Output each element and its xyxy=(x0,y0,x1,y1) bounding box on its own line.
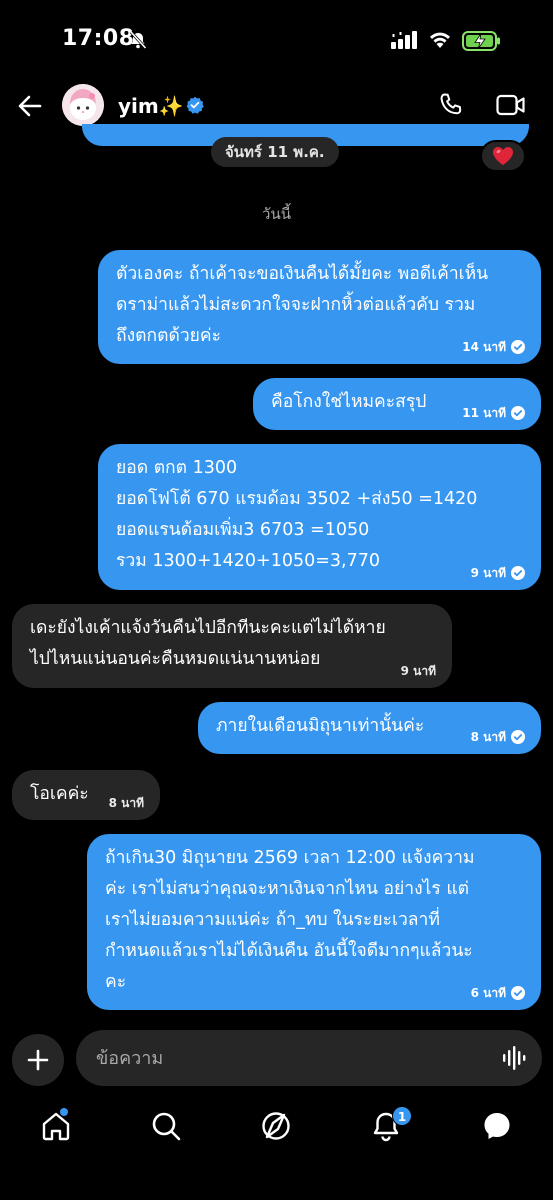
read-check-icon xyxy=(511,986,525,1000)
message-composer xyxy=(0,1030,553,1090)
message-line: ถ้าเกิน30 มิถุนายน 2569 เวลา 12:00 แจ้งค… xyxy=(105,848,475,868)
message-time: 6 นาที xyxy=(470,986,506,1000)
message-line: เราไม่ยอมความแน่ค่ะ ถ้า_ทบ ในระยะเวลาที่ xyxy=(105,910,440,930)
notification-count-badge: 1 xyxy=(392,1106,412,1126)
bottom-navigation: 1 xyxy=(0,1100,553,1200)
message-line: คะ xyxy=(105,972,127,992)
message-line: ยอดโฟโต้ 670 แรมด้อม 3502 +ส่ง50 =1420 xyxy=(116,489,478,509)
avatar[interactable] xyxy=(62,84,104,126)
message-meta: 11 นาที xyxy=(462,406,525,420)
microphone-icon[interactable] xyxy=(502,1045,528,1071)
contact-name[interactable]: yim✨ xyxy=(118,94,184,118)
read-check-icon xyxy=(511,566,525,580)
date-separator: จันทร์ 11 พ.ค. xyxy=(211,137,339,167)
avatar-image xyxy=(62,84,104,126)
message-meta: 9 นาที xyxy=(471,566,525,580)
message-line: ยอด ตกต 1300 xyxy=(116,458,238,478)
read-check-icon xyxy=(511,730,525,744)
day-separator: วันนี้ xyxy=(262,205,291,223)
outgoing-message[interactable]: คือโกงใช่ไหมคะสรุป 11 นาที xyxy=(253,378,541,430)
reaction-badge[interactable] xyxy=(480,140,526,172)
search-icon[interactable] xyxy=(150,1110,182,1142)
read-check-icon xyxy=(511,406,525,420)
bell-off-icon xyxy=(129,30,147,50)
status-bar: 17:08 xyxy=(0,0,553,80)
signal-icon xyxy=(391,31,417,49)
video-camera-icon[interactable] xyxy=(496,92,526,118)
back-arrow-icon[interactable] xyxy=(16,92,44,120)
message-time: 11 นาที xyxy=(462,406,506,420)
message-line: ดราม่าแล้วไม่สะดวกใจจะฝากหิ้วต่อแล้วคับ … xyxy=(116,295,476,315)
message-time: 9 นาที xyxy=(400,664,436,678)
message-thread[interactable]: จันทร์ 11 พ.ค. วันนี้ ตัวเองคะ ถ้าเค้าจะ… xyxy=(0,124,553,1024)
message-line: ยอดแรนด้อมเพิ่ม3 6703 =1050 xyxy=(116,520,370,540)
message-line: ตัวเองคะ ถ้าเค้าจะขอเงินคืนได้มั้ยคะ พอด… xyxy=(116,264,489,284)
message-meta: 9 นาที xyxy=(401,664,436,678)
explore-icon[interactable] xyxy=(260,1110,292,1142)
outgoing-message[interactable]: ยอด ตกต 1300 ยอดโฟโต้ 670 แรมด้อม 3502 +… xyxy=(98,444,541,590)
read-check-icon xyxy=(511,340,525,354)
wifi-icon xyxy=(430,32,450,48)
add-attachment-button[interactable] xyxy=(12,1034,64,1086)
message-time: 9 นาที xyxy=(470,566,506,580)
outgoing-message[interactable]: ภายในเดือนมิถุนาเท่านั้นค่ะ 8 นาที xyxy=(198,702,541,754)
heart-icon xyxy=(493,147,513,165)
message-meta: 6 นาที xyxy=(471,986,525,1000)
home-icon[interactable] xyxy=(40,1110,72,1142)
message-meta: 8 นาที xyxy=(471,730,525,744)
outgoing-message[interactable]: ถ้าเกิน30 มิถุนายน 2569 เวลา 12:00 แจ้งค… xyxy=(87,834,541,1010)
message-line: เดะยังไงเค้าแจ้งวันคืนไปอีกทีนะคะแต่ไม่ไ… xyxy=(30,618,386,638)
message-meta: 14 นาที xyxy=(462,340,525,354)
message-input[interactable] xyxy=(76,1030,542,1086)
messenger-icon[interactable] xyxy=(481,1110,513,1142)
plus-icon xyxy=(27,1049,49,1071)
phone-icon[interactable] xyxy=(438,92,464,118)
message-time: 8 นาที xyxy=(108,796,144,810)
outgoing-message[interactable]: ตัวเองคะ ถ้าเค้าจะขอเงินคืนได้มั้ยคะ พอด… xyxy=(98,250,541,364)
incoming-message[interactable]: โอเคค่ะ 8 นาที xyxy=(12,770,160,820)
message-meta: 8 นาที xyxy=(109,796,144,810)
status-time: 17:08 xyxy=(62,26,135,51)
verified-badge-icon xyxy=(186,96,204,114)
message-time: 14 นาที xyxy=(462,340,506,354)
message-line: รวม 1300+1420+1050=3,770 xyxy=(116,551,381,571)
home-activity-dot xyxy=(60,1108,68,1116)
message-line: ค่ะ เราไม่สนว่าคุณจะหาเงินจากไหน อย่างไร… xyxy=(105,879,470,899)
battery-charging-icon xyxy=(462,31,500,51)
incoming-message[interactable]: เดะยังไงเค้าแจ้งวันคืนไปอีกทีนะคะแต่ไม่ไ… xyxy=(12,604,452,688)
message-line: ไปไหนแน่นอนค่ะคืนหมดแน่นานหน่อย xyxy=(30,649,321,669)
message-line: กำหนดแล้วเราไม่ได้เงินคืน อันนี้ใจดีมากๆ… xyxy=(105,941,473,961)
message-time: 8 นาที xyxy=(470,730,506,744)
